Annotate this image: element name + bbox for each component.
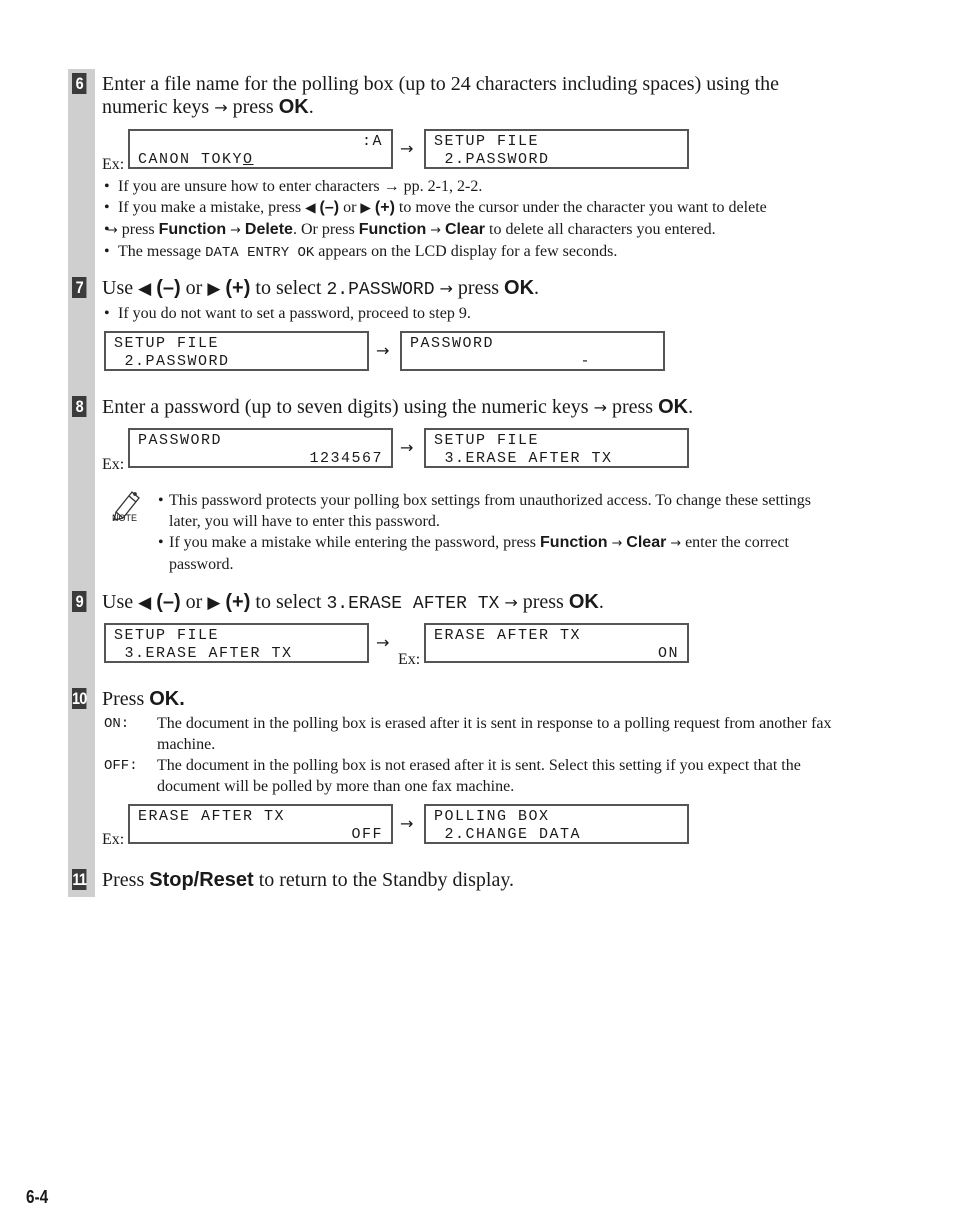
ex-label: Ex: (102, 456, 125, 473)
delete-key: Delete (244, 221, 293, 238)
lcd-display-setup-file: SETUP FILE 3.ERASE AFTER TX (104, 623, 369, 663)
arrow-icon: → (376, 341, 390, 360)
lcd-display-password-entry: PASSWORD 1234567 (128, 428, 393, 468)
arrow-icon: → (670, 536, 682, 551)
cursor-char: O (243, 151, 254, 168)
note-label: NOTE (112, 513, 138, 523)
option-off-term: OFF: (104, 758, 138, 774)
arrow-icon: → (430, 223, 441, 238)
arrow-icon: → (214, 98, 228, 117)
clear-key: Clear (444, 221, 486, 238)
right-arrow-key-icon: ▶ (207, 279, 221, 299)
step-10-badge: 10 (72, 688, 87, 709)
lcd-message: DATA ENTRY OK (205, 245, 315, 261)
arrow-icon: → (504, 593, 518, 612)
function-key: Function (358, 221, 427, 238)
clear-key: Clear (626, 534, 667, 551)
lcd-display-erase-after-tx: ERASE AFTER TX ON (424, 623, 689, 663)
arrow-icon: → (611, 536, 623, 551)
step-6-badge: 6 (72, 73, 87, 94)
left-arrow-key-icon: ◀ (138, 593, 152, 613)
ex-label: Ex: (102, 156, 125, 173)
lcd-display-setup-file: SETUP FILE 2.PASSWORD (104, 331, 369, 371)
stop-reset-key: Stop/Reset (149, 869, 254, 891)
bullet-item: If you are unsure how to enter character… (104, 176, 767, 197)
step-11-heading: Press Stop/Reset to return to the Standb… (102, 869, 515, 891)
arrow-icon: → (400, 814, 414, 833)
ok-key: OK (278, 96, 309, 118)
arrow-icon: → (230, 223, 241, 238)
step-11-badge: 11 (72, 869, 87, 890)
page-number: 6-4 (26, 1187, 49, 1207)
ok-key: OK (658, 396, 689, 418)
note-list: This password protects your polling box … (158, 490, 811, 575)
menu-item-name: 2.PASSWORD (326, 280, 435, 300)
option-on-term: ON: (104, 716, 130, 732)
step-10-heading: Press OK. (102, 688, 185, 710)
lcd-display-polling-box: POLLING BOX 2.CHANGE DATA (424, 804, 689, 844)
bullet-item: If you make a mistake, press ◀ (–) or ▶ … (104, 197, 767, 219)
right-arrow-key-icon: ▶ (207, 593, 221, 613)
bullet-item-continued: → press Function → Delete. Or press Func… (104, 219, 767, 241)
arrow-icon: → (376, 633, 390, 652)
option-off-description: The document in the polling box is not e… (157, 757, 801, 795)
lcd-display-setup-file: SETUP FILE 3.ERASE AFTER TX (424, 428, 689, 468)
function-key: Function (540, 534, 608, 551)
ok-key: OK (504, 277, 535, 299)
arrow-icon: → (400, 139, 414, 158)
step-6-heading-line1: Enter a file name for the polling box (u… (102, 73, 780, 95)
step-8-badge: 8 (72, 396, 87, 417)
right-arrow-key-icon: ▶ (360, 200, 371, 216)
arrow-icon: → (593, 398, 607, 417)
step-7-badge: 7 (72, 277, 87, 298)
arrow-icon: → (439, 279, 453, 298)
note-item: This password protects your polling box … (158, 490, 811, 532)
left-arrow-key-icon: ◀ (305, 200, 316, 216)
arrow-icon: → (400, 438, 414, 457)
step-7-heading: Use ◀ (–) or ▶ (+) to select 2.PASSWORD … (102, 277, 540, 300)
step-sidebar-bar (68, 69, 95, 897)
arrow-icon: → (107, 223, 118, 238)
step-9-heading: Use ◀ (–) or ▶ (+) to select 3.ERASE AFT… (102, 591, 604, 614)
step-6-heading-line2: numeric keys → press OK. (102, 96, 314, 118)
step-9-badge: 9 (72, 591, 87, 612)
bullet-item: If you do not want to set a password, pr… (104, 303, 471, 324)
note-item: If you make a mistake while entering the… (158, 532, 811, 575)
ok-key: OK (568, 591, 599, 613)
ex-label: Ex: (398, 651, 421, 668)
ex-label: Ex: (102, 831, 125, 848)
function-key: Function (158, 221, 227, 238)
lcd-display-filename: :A CANON TOKYO (128, 129, 393, 169)
ok-key: OK. (149, 688, 185, 710)
lcd-display-erase-after-tx: ERASE AFTER TX OFF (128, 804, 393, 844)
menu-item-name: 3.ERASE AFTER TX (326, 594, 500, 614)
option-on-description: The document in the polling box is erase… (157, 715, 832, 753)
bullet-item: The message DATA ENTRY OK appears on the… (104, 241, 767, 264)
left-arrow-key-icon: ◀ (138, 279, 152, 299)
step-6-bullets: If you are unsure how to enter character… (104, 176, 767, 264)
step-8-heading: Enter a password (up to seven digits) us… (102, 396, 694, 418)
lcd-display-setup-file: SETUP FILE 2.PASSWORD (424, 129, 689, 169)
lcd-display-password: PASSWORD - (400, 331, 665, 371)
step-7-bullets: If you do not want to set a password, pr… (104, 303, 471, 324)
